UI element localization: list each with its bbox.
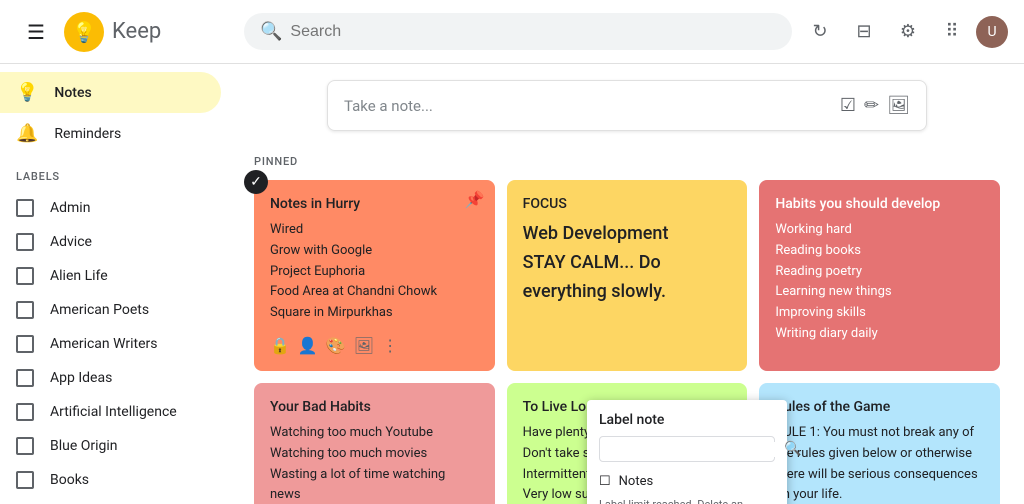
note-card-notes-in-hurry[interactable]: ✓ 📌 Notes in Hurry WiredGrow with Google… bbox=[254, 180, 495, 371]
search-icon: 🔍 bbox=[260, 21, 282, 42]
app-logo bbox=[64, 12, 104, 52]
note-card-habits[interactable]: Habits you should develop Working hardRe… bbox=[759, 180, 1000, 371]
labels-section-header: LABELS bbox=[0, 162, 229, 191]
note-input-placeholder: Take a note... bbox=[344, 97, 824, 115]
label-popup-title: Label note bbox=[599, 412, 775, 428]
label-blue-origin-text: Blue Origin bbox=[50, 438, 118, 454]
refresh-button[interactable]: ↻ bbox=[800, 12, 840, 52]
settings-button[interactable]: ⚙ bbox=[888, 12, 928, 52]
note-title-notes-in-hurry: Notes in Hurry bbox=[270, 196, 479, 212]
sidebar-item-blue-origin[interactable]: Blue Origin bbox=[0, 429, 221, 463]
sidebar-item-american-poets[interactable]: American Poets bbox=[0, 293, 221, 327]
label-app-ideas-text: App Ideas bbox=[50, 370, 112, 386]
note-card-focus[interactable]: FOCUS Web DevelopmentSTAY CALM... Do eve… bbox=[507, 180, 748, 371]
color-icon[interactable]: 🎨 bbox=[326, 336, 346, 355]
app-header: ☰ Keep 🔍 ↻ ⊟ ⚙ ⠿ U bbox=[0, 0, 1024, 64]
note-selected-check: ✓ bbox=[244, 170, 268, 194]
label-admin-text: Admin bbox=[50, 200, 90, 216]
note-input-bar[interactable]: Take a note... ☑ ✏ 🖼 bbox=[327, 80, 927, 131]
label-search-input[interactable] bbox=[608, 442, 784, 457]
sidebar-item-admin[interactable]: Admin bbox=[0, 191, 221, 225]
label-popup-item-notes[interactable]: ☐ Notes bbox=[599, 470, 775, 493]
list-view-button[interactable]: ⊟ bbox=[844, 12, 884, 52]
hamburger-icon: ☰ bbox=[27, 20, 45, 44]
sidebar-item-books[interactable]: Books bbox=[0, 463, 221, 497]
label-icon-alien-life bbox=[16, 267, 34, 285]
search-bar[interactable]: 🔍 bbox=[244, 13, 792, 50]
note-title-habits: Habits you should develop bbox=[775, 196, 984, 212]
reminders-icon: 🔔 bbox=[16, 123, 38, 144]
apps-icon: ⠿ bbox=[945, 21, 958, 42]
label-item-text: Notes bbox=[619, 474, 654, 489]
note-title-rules: Rules of the Game bbox=[775, 399, 984, 415]
note-body-rules: RULE 1: You must not break any of the ru… bbox=[775, 423, 984, 504]
label-popup-search[interactable]: 🔍 bbox=[599, 436, 775, 462]
note-body-focus: Web DevelopmentSTAY CALM... Do everythin… bbox=[523, 220, 732, 306]
label-icon-admin bbox=[16, 199, 34, 217]
more-icon[interactable]: ⋮ bbox=[382, 336, 398, 355]
settings-icon: ⚙ bbox=[900, 21, 916, 42]
app-title: Keep bbox=[112, 19, 161, 44]
sidebar-item-artificial-intelligence[interactable]: Artificial Intelligence bbox=[0, 395, 221, 429]
label-american-poets-text: American Poets bbox=[50, 302, 149, 318]
label-icon-app-ideas bbox=[16, 369, 34, 387]
label-search-icon: 🔍 bbox=[784, 441, 801, 457]
label-american-writers-text: American Writers bbox=[50, 336, 158, 352]
apps-button[interactable]: ⠿ bbox=[932, 12, 972, 52]
label-books-text: Books bbox=[50, 472, 89, 488]
label-item-checkbox: ☐ bbox=[599, 474, 611, 489]
notes-icon: 💡 bbox=[16, 82, 38, 103]
label-icon-advice bbox=[16, 233, 34, 251]
sidebar-item-reminders[interactable]: 🔔 Reminders bbox=[0, 113, 221, 154]
note-title-bad-habits: Your Bad Habits bbox=[270, 399, 479, 415]
sidebar-item-advice[interactable]: Advice bbox=[0, 225, 221, 259]
label-icon-books bbox=[16, 471, 34, 489]
sidebar-item-american-writers[interactable]: American Writers bbox=[0, 327, 221, 361]
label-advice-text: Advice bbox=[50, 234, 92, 250]
notes-grid-pinned: ✓ 📌 Notes in Hurry WiredGrow with Google… bbox=[254, 180, 1000, 371]
header-actions: ↻ ⊟ ⚙ ⠿ U bbox=[800, 12, 1008, 52]
sidebar-item-app-ideas[interactable]: App Ideas bbox=[0, 361, 221, 395]
sidebar-reminders-label: Reminders bbox=[54, 126, 121, 142]
pin-icon: 📌 bbox=[465, 190, 485, 209]
note-card-bad-habits[interactable]: Your Bad Habits Watching too much Youtub… bbox=[254, 383, 495, 504]
label-ai-text: Artificial Intelligence bbox=[50, 404, 177, 420]
list-icon: ⊟ bbox=[856, 21, 871, 42]
menu-button[interactable]: ☰ bbox=[16, 12, 56, 52]
sidebar-item-alien-life[interactable]: Alien Life bbox=[0, 259, 221, 293]
label-popup: Label note 🔍 ☐ Notes Label limit reached… bbox=[587, 400, 787, 504]
label-icon-blue-origin bbox=[16, 437, 34, 455]
note-input-icons: ☑ ✏ 🖼 bbox=[840, 95, 910, 116]
note-title-focus: FOCUS bbox=[523, 196, 732, 212]
lock-icon[interactable]: 🔒 bbox=[270, 336, 290, 355]
label-icon-american-writers bbox=[16, 335, 34, 353]
label-alien-life-text: Alien Life bbox=[50, 268, 108, 284]
avatar[interactable]: U bbox=[976, 16, 1008, 48]
sidebar-notes-label: Notes bbox=[54, 85, 91, 101]
note-body-bad-habits: Watching too much YoutubeWatching too mu… bbox=[270, 423, 479, 504]
search-input[interactable] bbox=[290, 23, 776, 41]
collaborate-icon[interactable]: 👤 bbox=[298, 336, 318, 355]
note-footer-notes-in-hurry: 🔒 👤 🎨 🖼 ⋮ bbox=[270, 336, 479, 355]
image-add-icon[interactable]: 🖼 bbox=[354, 336, 374, 355]
note-body-habits: Working hardReading booksReading poetryL… bbox=[775, 220, 984, 345]
refresh-icon: ↻ bbox=[812, 21, 827, 42]
label-icon-american-poets bbox=[16, 301, 34, 319]
main-content: Take a note... ☑ ✏ 🖼 PINNED ✓ 📌 Notes in… bbox=[230, 64, 1024, 504]
sidebar: 💡 Notes 🔔 Reminders LABELS Admin Advice … bbox=[0, 64, 230, 504]
pencil-icon[interactable]: ✏ bbox=[864, 95, 879, 116]
label-popup-warning: Label limit reached. Delete an existing … bbox=[599, 497, 775, 504]
sidebar-item-notes[interactable]: 💡 Notes bbox=[0, 72, 221, 113]
image-icon[interactable]: 🖼 bbox=[887, 95, 910, 116]
note-body-notes-in-hurry: WiredGrow with GoogleProject EuphoriaFoo… bbox=[270, 220, 479, 324]
label-icon-ai bbox=[16, 403, 34, 421]
checkbox-icon[interactable]: ☑ bbox=[840, 95, 856, 116]
pinned-section-label: PINNED bbox=[254, 155, 1000, 168]
app-body: 💡 Notes 🔔 Reminders LABELS Admin Advice … bbox=[0, 64, 1024, 504]
header-left: ☰ Keep bbox=[16, 12, 236, 52]
